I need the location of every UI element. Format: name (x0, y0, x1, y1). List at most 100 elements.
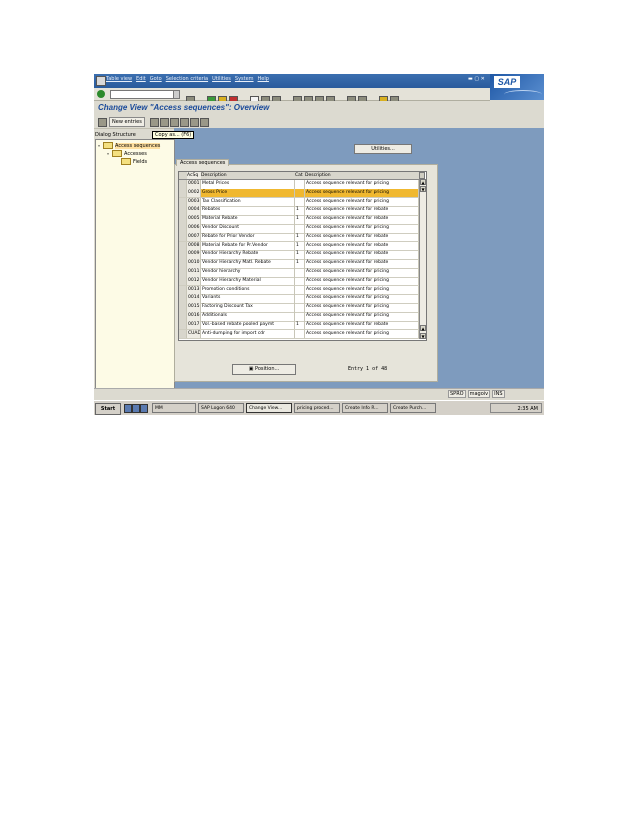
cell-category[interactable] (295, 180, 305, 189)
cell-category[interactable] (295, 197, 305, 207)
cell-category-description[interactable]: Access sequence relevant for pricing (305, 197, 419, 207)
cell-category-description[interactable]: Access sequence relevant for rebate (305, 215, 419, 224)
row-selector[interactable] (179, 320, 187, 330)
cell-category[interactable]: 1 (295, 215, 305, 224)
cell-category-description[interactable]: Access sequence relevant for pricing (305, 188, 419, 198)
row-selector[interactable] (179, 232, 187, 242)
taskbar-button-change-view[interactable]: Change View... (246, 403, 292, 413)
cell-category-description[interactable]: Access sequence relevant for rebate (305, 250, 419, 260)
select-block-icon[interactable] (190, 118, 199, 127)
new-entries-button[interactable]: New entries (109, 117, 145, 127)
cell-description[interactable]: Rebate for Prior Vendor (201, 232, 295, 242)
taskbar-button-sap-logon-640[interactable]: SAP Logon 640 (198, 403, 244, 413)
command-dropdown-icon[interactable] (173, 90, 180, 99)
cell-access-sequence[interactable]: 0008 (187, 241, 201, 251)
row-selector[interactable] (179, 312, 187, 321)
row-selector[interactable] (179, 197, 187, 207)
cell-access-sequence[interactable]: 0014 (187, 294, 201, 304)
cell-description[interactable]: Promotion conditions (201, 285, 295, 295)
select-all-icon[interactable] (180, 118, 189, 127)
browser-icon[interactable] (132, 404, 140, 413)
row-selector[interactable] (179, 294, 187, 304)
table-vertical-scrollbar[interactable]: ▲ ▼ ▲ ▼ (419, 179, 426, 339)
status-system[interactable]: SPRO (448, 390, 466, 398)
cell-access-sequence[interactable]: 0012 (187, 276, 201, 286)
display-change-icon[interactable] (98, 118, 107, 127)
cell-category-description[interactable]: Access sequence relevant for pricing (305, 180, 419, 189)
cell-access-sequence[interactable]: 0016 (187, 312, 201, 321)
cell-category-description[interactable]: Access sequence relevant for pricing (305, 329, 419, 339)
cell-category-description[interactable]: Access sequence relevant for pricing (305, 312, 419, 321)
scroll-down-icon[interactable]: ▼ (420, 333, 426, 339)
row-selector[interactable] (179, 188, 187, 198)
cell-description[interactable]: Vendor Hierarchy Rebate (201, 250, 295, 260)
tree-node-accesses[interactable]: ▿ Accesses (107, 150, 147, 157)
cell-access-sequence[interactable]: 0004 (187, 206, 201, 216)
row-selector[interactable] (179, 180, 187, 189)
cell-category[interactable] (295, 303, 305, 312)
cell-access-sequence[interactable]: 0002 (187, 188, 201, 198)
cell-description[interactable]: Factoring Discount Tax (201, 303, 295, 312)
cell-category[interactable]: 1 (295, 259, 305, 268)
cell-access-sequence[interactable]: 0015 (187, 303, 201, 312)
row-selector[interactable] (179, 224, 187, 233)
row-selector[interactable] (179, 215, 187, 224)
scroll-up-icon[interactable]: ▲ (420, 179, 426, 185)
copy-as-icon[interactable] (150, 118, 159, 127)
cell-category-description[interactable]: Access sequence relevant for rebate (305, 206, 419, 216)
cell-access-sequence[interactable]: 0007 (187, 232, 201, 242)
enter-check-icon[interactable] (97, 90, 105, 98)
window-menu-icon[interactable] (96, 76, 106, 86)
utilities-button[interactable]: Utilities... (354, 144, 412, 154)
cell-category[interactable]: 1 (295, 206, 305, 216)
menu-item-table-view[interactable]: Table view (106, 76, 132, 82)
cell-category-description[interactable]: Access sequence relevant for pricing (305, 276, 419, 286)
cell-category-description[interactable]: Access sequence relevant for rebate (305, 259, 419, 268)
column-header-description[interactable]: Description (201, 172, 296, 180)
table-row[interactable]: CUAD Anti-dumping for import cdr Access se… (179, 329, 419, 340)
cell-category-description[interactable]: Access sequence relevant for pricing (305, 224, 419, 233)
cell-access-sequence[interactable]: 0017 (187, 320, 201, 330)
menu-item-help[interactable]: Help (258, 76, 269, 82)
cell-description[interactable]: Material Rebate for Pr.Vendor (201, 241, 295, 251)
cell-category-description[interactable]: Access sequence relevant for pricing (305, 294, 419, 304)
cell-category[interactable] (295, 268, 305, 277)
cell-category-description[interactable]: Access sequence relevant for pricing (305, 268, 419, 277)
cell-category[interactable]: 1 (295, 241, 305, 251)
cell-access-sequence[interactable]: 0013 (187, 285, 201, 295)
cell-category-description[interactable]: Access sequence relevant for rebate (305, 241, 419, 251)
cell-description[interactable]: Vendor Hierarchy Matl. Rebate (201, 259, 295, 268)
deselect-all-icon[interactable] (200, 118, 209, 127)
cell-category[interactable] (295, 224, 305, 233)
menu-item-goto[interactable]: Goto (150, 76, 162, 82)
row-selector[interactable] (179, 241, 187, 251)
cell-category[interactable] (295, 294, 305, 304)
row-selector[interactable] (179, 285, 187, 295)
desktop-icon[interactable] (124, 404, 132, 413)
row-selector[interactable] (179, 329, 187, 339)
delete-icon[interactable] (160, 118, 169, 127)
taskbar-button-create-info-r[interactable]: Create Info R... (342, 403, 388, 413)
cell-description[interactable]: Vendor Discount (201, 224, 295, 233)
menu-item-system[interactable]: System (235, 76, 254, 82)
cell-description[interactable]: Vol.-based rebate pooled paymt (201, 320, 295, 330)
cell-access-sequence[interactable]: 0006 (187, 224, 201, 233)
start-button[interactable]: Start (95, 403, 121, 415)
row-selector[interactable] (179, 276, 187, 286)
cell-category[interactable] (295, 312, 305, 321)
cell-description[interactable]: Additionals (201, 312, 295, 321)
mail-icon[interactable] (140, 404, 148, 413)
cell-description[interactable]: Anti-dumping for import cdr (201, 329, 295, 339)
cell-access-sequence[interactable]: 0011 (187, 268, 201, 277)
taskbar-button-create-purch[interactable]: Create Purch... (390, 403, 436, 413)
scroll-down-step-icon[interactable]: ▼ (420, 186, 426, 192)
cell-category[interactable]: 1 (295, 232, 305, 242)
cell-category[interactable] (295, 188, 305, 198)
cell-category[interactable]: 1 (295, 250, 305, 260)
cell-category[interactable] (295, 276, 305, 286)
menu-item-selection-criteria[interactable]: Selection criteria (166, 76, 208, 82)
cell-access-sequence[interactable]: 0010 (187, 259, 201, 268)
cell-access-sequence[interactable]: CUAD (187, 329, 201, 339)
cell-category[interactable] (295, 285, 305, 295)
column-settings-icon[interactable] (419, 172, 425, 179)
